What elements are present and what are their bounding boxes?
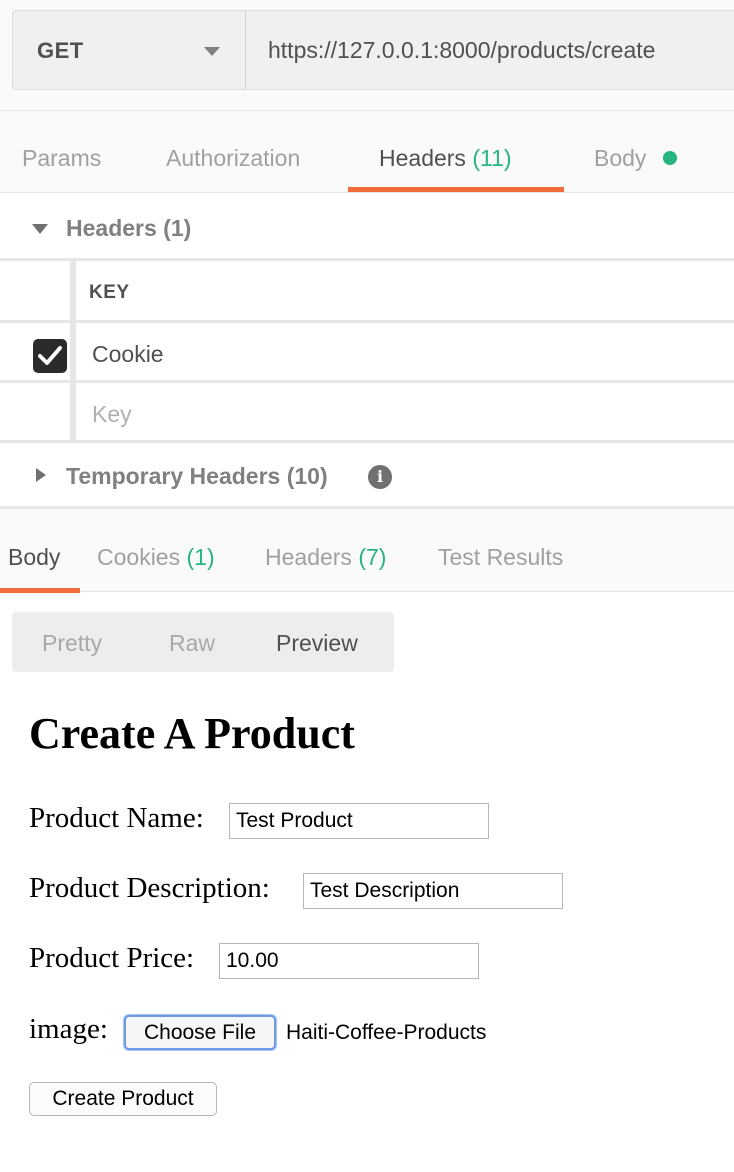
selected-file-name: Haiti-Coffee-Products: [286, 1021, 487, 1044]
active-tab-indicator: [348, 187, 564, 192]
section-title-text: Headers: [66, 215, 157, 241]
column-divider: [70, 323, 76, 380]
section-count: (10): [286, 463, 328, 489]
product-name-input[interactable]: Test Product: [229, 803, 489, 839]
tab-label: Body: [594, 145, 647, 171]
caret-down-icon: [32, 224, 48, 234]
view-pretty-button[interactable]: Pretty: [42, 630, 102, 657]
product-description-input[interactable]: Test Description: [303, 873, 563, 909]
info-icon[interactable]: i: [368, 465, 392, 489]
tab-response-body[interactable]: Body: [8, 544, 60, 571]
tab-body[interactable]: Body: [594, 145, 646, 172]
checkmark-icon: [38, 346, 62, 365]
url-input[interactable]: https://127.0.0.1:8000/products/create: [245, 10, 734, 90]
url-text: https://127.0.0.1:8000/products/create: [268, 37, 656, 63]
product-price-input[interactable]: 10.00: [219, 943, 479, 979]
column-divider: [70, 383, 76, 440]
response-preview: Create A Product Product Name: Test Prod…: [0, 680, 734, 1172]
tab-count: (11): [472, 145, 512, 171]
tab-label: Test Results: [438, 544, 564, 570]
tab-label: Body: [8, 544, 61, 570]
body-status-dot: [663, 151, 677, 165]
tab-test-results[interactable]: Test Results: [438, 544, 563, 571]
tab-headers[interactable]: Headers (11): [379, 145, 512, 172]
headers-section-title: Headers (1): [66, 215, 191, 242]
active-tab-indicator: [0, 588, 80, 593]
method-label: GET: [37, 38, 84, 63]
column-divider: [70, 261, 76, 320]
new-key-input[interactable]: Key: [92, 401, 132, 428]
tab-count: (7): [358, 544, 387, 570]
row-enabled-checkbox[interactable]: [33, 339, 67, 373]
tab-response-cookies[interactable]: Cookies (1): [97, 544, 215, 571]
image-label: image:: [29, 1013, 108, 1045]
table-header-row: KEY: [0, 258, 734, 320]
header-key-cell[interactable]: Cookie: [92, 341, 164, 368]
tab-label: Params: [22, 145, 102, 171]
temporary-headers-title: Temporary Headers (10): [66, 463, 328, 490]
product-name-label: Product Name:: [29, 802, 204, 834]
temporary-headers-toggle[interactable]: Temporary Headers (10): [0, 440, 734, 506]
chevron-down-icon: [204, 47, 220, 56]
view-preview-button[interactable]: Preview: [276, 630, 358, 657]
preview-title: Create A Product: [29, 709, 355, 758]
tab-count: (1): [186, 544, 215, 570]
table-row-new: Key: [0, 380, 734, 440]
request-tabs: Params Authorization Headers (11) Body: [0, 110, 734, 193]
choose-file-button[interactable]: Choose File: [124, 1015, 276, 1050]
section-title-text: Temporary Headers: [66, 463, 281, 489]
product-description-label: Product Description:: [29, 872, 270, 904]
tab-params[interactable]: Params: [22, 145, 101, 172]
view-mode-switch: Pretty Raw Preview: [12, 612, 394, 672]
tab-label: Headers: [379, 145, 466, 171]
tab-label: Authorization: [166, 145, 301, 171]
create-product-button[interactable]: Create Product: [29, 1082, 217, 1116]
tab-label: Headers: [265, 544, 352, 570]
tab-response-headers[interactable]: Headers (7): [265, 544, 386, 571]
view-raw-button[interactable]: Raw: [169, 630, 215, 657]
section-count: (1): [163, 215, 192, 241]
tab-label: Cookies: [97, 544, 181, 570]
request-bar: GET https://127.0.0.1:8000/products/crea…: [0, 0, 734, 110]
caret-right-icon: [36, 468, 46, 482]
column-key-header: KEY: [89, 282, 130, 303]
response-tabs: Body Cookies (1) Headers (7) Test Result…: [0, 506, 734, 593]
product-price-label: Product Price:: [29, 942, 195, 974]
headers-section-toggle[interactable]: Headers (1): [0, 194, 734, 258]
table-row: Cookie: [0, 320, 734, 380]
tab-authorization[interactable]: Authorization: [166, 145, 300, 172]
method-select[interactable]: GET: [12, 10, 246, 90]
